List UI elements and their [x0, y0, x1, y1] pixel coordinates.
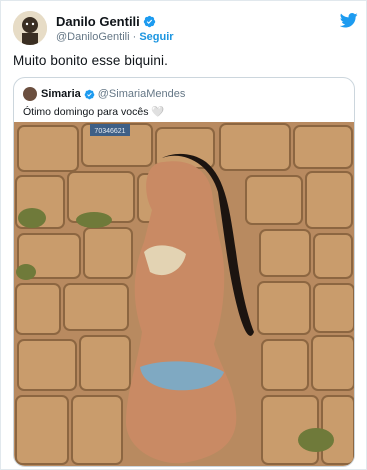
quoted-author-avatar	[23, 87, 37, 101]
author-info: Danilo Gentili @DaniloGentili · Seguir	[56, 14, 174, 43]
wall-sign-text: 70346621	[94, 128, 125, 135]
separator-dot: ·	[132, 31, 137, 43]
quoted-tweet[interactable]: Simaria @SimariaMendes Ótimo domingo par…	[13, 77, 355, 467]
author-name[interactable]: Danilo Gentili	[56, 14, 140, 29]
author-handle[interactable]: @DaniloGentili	[56, 31, 130, 43]
quoted-tweet-header: Simaria @SimariaMendes	[23, 87, 185, 101]
verified-badge-icon	[143, 15, 155, 28]
quoted-tweet-body: Ótimo domingo para vocês	[23, 106, 149, 118]
tweet-header: Danilo Gentili @DaniloGentili · Seguir	[13, 11, 358, 47]
quoted-tweet-text: Ótimo domingo para vocês 🤍	[23, 105, 164, 118]
quoted-author-handle: @SimariaMendes	[97, 88, 186, 100]
quoted-tweet-photo[interactable]: 70346621	[14, 122, 355, 467]
twitter-bird-icon[interactable]	[340, 13, 358, 28]
author-avatar[interactable]	[13, 11, 47, 45]
tweet-card: Danilo Gentili @DaniloGentili · Seguir M…	[0, 0, 367, 470]
white-heart-emoji: 🤍	[151, 106, 165, 118]
follow-button[interactable]: Seguir	[139, 31, 173, 43]
verified-badge-icon	[84, 89, 95, 99]
tweet-text: Muito bonito esse biquini.	[13, 53, 168, 68]
quoted-author-name: Simaria	[41, 88, 81, 100]
